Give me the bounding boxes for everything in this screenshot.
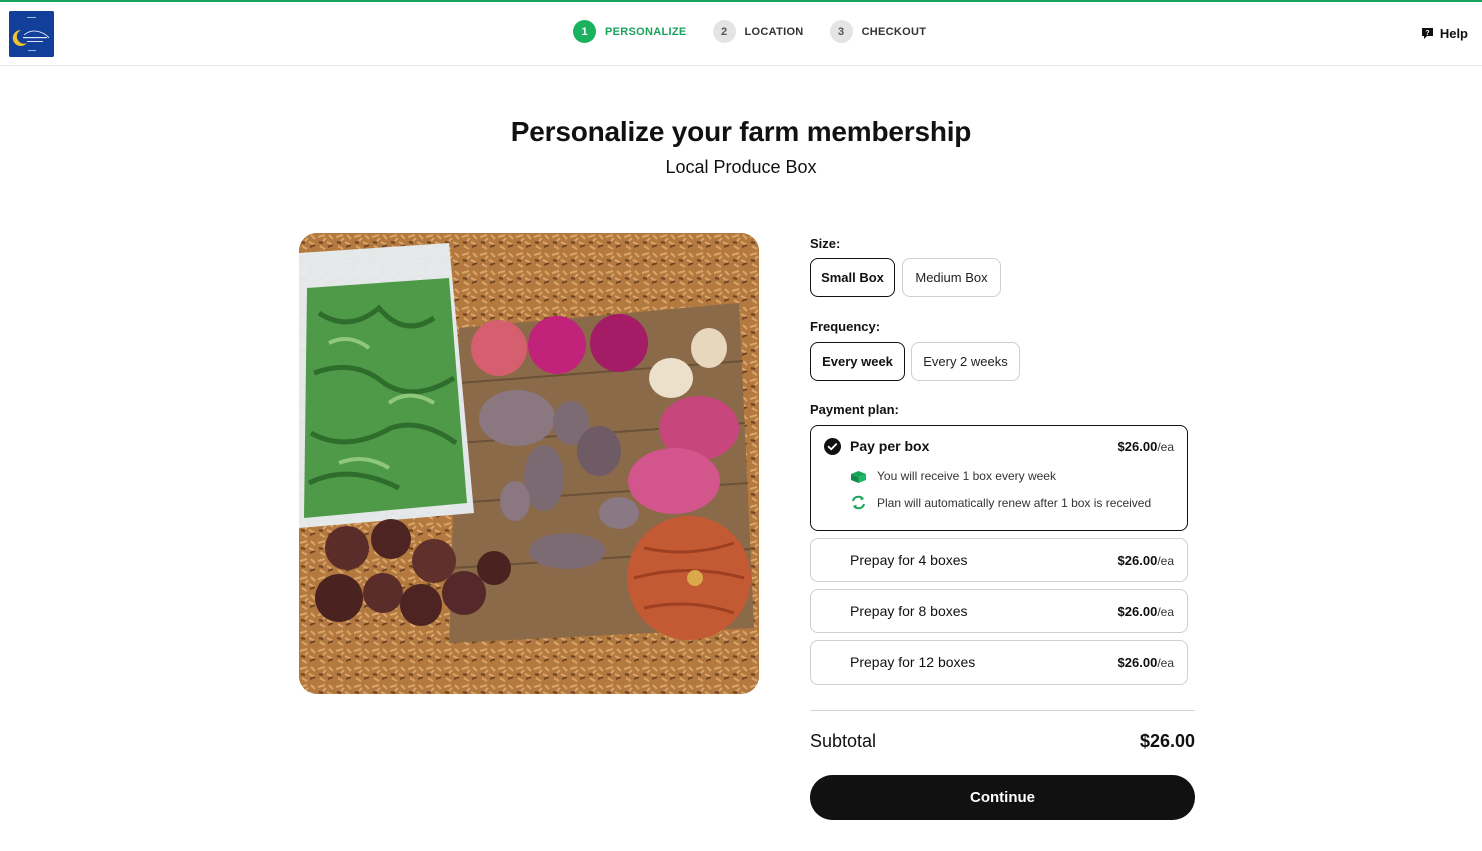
plan-price-unit: /ea [1157, 554, 1174, 568]
subtotal-value: $26.00 [1139, 731, 1195, 751]
plan-prepay-4[interactable]: Prepay for 4 boxes $26.00/ea [810, 538, 1188, 582]
plan-price: $26.00/ea [1118, 439, 1174, 454]
header: 1 PERSONALIZE 2 LOCATION 3 CHECKOUT ? He… [0, 2, 1482, 66]
plan-detail-renew: Plan will automatically renew after 1 bo… [850, 495, 1151, 510]
plan-price: $26.00/ea [1118, 553, 1174, 568]
frequency-every-2-weeks-button[interactable]: Every 2 weeks [911, 342, 1020, 381]
plan-detail-text: You will receive 1 box every week [877, 469, 1056, 483]
plan-price-unit: /ea [1157, 605, 1174, 619]
plan-price-unit: /ea [1157, 440, 1174, 454]
plan-name: Prepay for 4 boxes [850, 552, 968, 568]
size-medium-box-button[interactable]: Medium Box [902, 258, 1001, 297]
size-label: Size: [810, 236, 841, 251]
plan-pay-per-box[interactable]: Pay per box $26.00/ea You will receive 1… [810, 425, 1188, 531]
frequency-label: Frequency: [810, 319, 881, 334]
size-small-box-button[interactable]: Small Box [810, 258, 895, 297]
step-number: 3 [829, 20, 853, 43]
step-label: LOCATION [744, 25, 804, 38]
svg-text:?: ? [1425, 30, 1429, 37]
plan-name: Prepay for 8 boxes [850, 603, 968, 619]
help-button[interactable]: ? Help [1421, 26, 1468, 41]
plan-price-unit: /ea [1157, 656, 1174, 670]
plan-detail-text: Plan will automatically renew after 1 bo… [877, 495, 1152, 510]
summary-divider [810, 710, 1195, 711]
plan-price-amount: $26.00 [1117, 655, 1158, 670]
plan-price: $26.00/ea [1118, 655, 1174, 670]
step-personalize[interactable]: 1 PERSONALIZE [573, 20, 687, 43]
plan-price-amount: $26.00 [1117, 439, 1158, 454]
frequency-every-week-button[interactable]: Every week [810, 342, 905, 381]
box-icon [850, 470, 868, 483]
step-label: PERSONALIZE [605, 25, 687, 38]
plan-name: Prepay for 12 boxes [850, 654, 976, 670]
plan-name: Pay per box [850, 438, 930, 454]
produce-box-photo [299, 233, 759, 694]
step-number: 1 [573, 20, 596, 43]
checkout-steps: 1 PERSONALIZE 2 LOCATION 3 CHECKOUT [573, 20, 952, 43]
plan-price-amount: $26.00 [1117, 604, 1158, 619]
page-subtitle: Local Produce Box [665, 157, 817, 177]
plan-price: $26.00/ea [1118, 604, 1174, 619]
plan-detail-delivery: You will receive 1 box every week [850, 469, 1056, 483]
step-checkout[interactable]: 3 CHECKOUT [829, 20, 927, 43]
step-label: CHECKOUT [861, 25, 927, 38]
page-title: Personalize your farm membership [510, 116, 972, 147]
help-icon: ? [1421, 27, 1434, 40]
plan-prepay-8[interactable]: Prepay for 8 boxes $26.00/ea [810, 589, 1188, 633]
farm-logo[interactable] [9, 11, 54, 57]
payment-plan-label: Payment plan: [810, 402, 899, 417]
step-location[interactable]: 2 LOCATION [712, 20, 804, 43]
continue-button[interactable]: Continue [810, 775, 1195, 820]
plan-prepay-12[interactable]: Prepay for 12 boxes $26.00/ea [810, 640, 1188, 685]
step-number: 2 [712, 20, 736, 43]
help-label: Help [1439, 26, 1468, 41]
subtotal-label: Subtotal [810, 731, 877, 751]
renew-icon [850, 495, 868, 510]
check-circle-icon [824, 438, 841, 460]
plan-price-amount: $26.00 [1117, 553, 1158, 568]
